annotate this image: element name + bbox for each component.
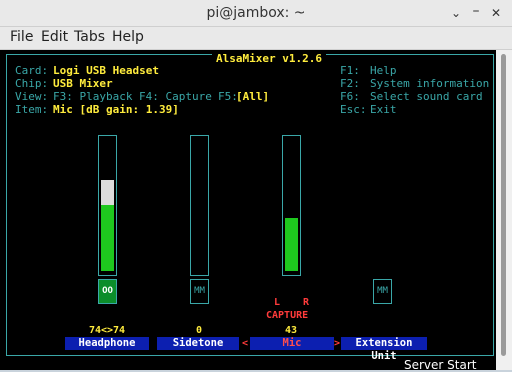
extension-unit-switch[interactable]: MM: [373, 279, 392, 304]
menu-bar: File Edit Tabs Help: [0, 27, 512, 50]
mic-name[interactable]: Mic: [250, 337, 334, 350]
key-f1: F1:: [340, 64, 360, 77]
chip-value: USB Mixer: [53, 77, 113, 90]
alsamixer-header: AlsaMixer v1.2.6: [212, 52, 326, 65]
mic-value: 43: [284, 325, 298, 336]
menu-tabs[interactable]: Tabs: [74, 29, 105, 45]
mic-level-fill: [285, 218, 298, 271]
menu-help[interactable]: Help: [112, 29, 144, 45]
key-f6: F6:: [340, 90, 360, 103]
view-all: [All]: [236, 90, 270, 103]
menu-edit[interactable]: Edit: [41, 29, 68, 45]
chevron-down-icon[interactable]: ⌄: [448, 5, 464, 21]
headphone-slider[interactable]: [98, 135, 117, 276]
terminal-window: pi@jambox: ~ ⌄ – ✕ File Edit Tabs Help A…: [0, 0, 512, 372]
mic-slider[interactable]: [282, 135, 301, 276]
key-f2: F2:: [340, 77, 360, 90]
terminal-area[interactable]: AlsaMixer v1.2.6 Card: Logi USB Headset …: [0, 50, 512, 372]
alsamixer-frame: AlsaMixer v1.2.6 Card: Logi USB Headset …: [6, 52, 494, 362]
sidetone-value: 0: [195, 325, 203, 336]
scrollbar[interactable]: [496, 50, 512, 370]
sidetone-name[interactable]: Sidetone: [157, 337, 239, 350]
card-label: Card:: [15, 64, 49, 77]
view-label: View:: [15, 90, 49, 103]
headphone-level-top: [101, 180, 114, 205]
selection-left-marker: <: [242, 338, 249, 349]
extension-unit-name[interactable]: Extension Unit: [341, 337, 427, 362]
capture-r: R: [303, 297, 310, 308]
item-value: Mic [dB gain: 1.39]: [53, 103, 179, 116]
capture-l: L: [274, 297, 281, 308]
scrollbar-thumb[interactable]: [501, 54, 506, 356]
chip-label: Chip:: [15, 77, 49, 90]
menu-file[interactable]: File: [10, 29, 33, 45]
card-value: Logi USB Headset: [53, 64, 159, 77]
window-title: pi@jambox: ~: [206, 5, 306, 21]
key-f2-action: System information: [370, 77, 490, 90]
headphone-name[interactable]: Headphone: [65, 337, 149, 350]
key-f6-action: Select sound card: [370, 90, 483, 103]
headphone-level-fill: [101, 205, 114, 271]
minimize-icon[interactable]: –: [468, 4, 484, 21]
capture-label: CAPTURE: [266, 310, 309, 321]
view-f3: F3: Playback: [53, 90, 133, 103]
sidetone-slider[interactable]: [190, 135, 209, 276]
headphone-value: 74<>74: [88, 325, 126, 336]
key-esc-action: Exit: [370, 103, 397, 116]
sidetone-switch[interactable]: MM: [190, 279, 209, 304]
headphone-switch[interactable]: OO: [98, 279, 117, 304]
selection-right-marker: >: [334, 338, 341, 349]
key-f1-action: Help: [370, 64, 397, 77]
item-label: Item:: [15, 103, 49, 116]
close-icon[interactable]: ✕: [488, 5, 504, 21]
view-f5: F5:: [218, 90, 238, 103]
view-f4: F4: Capture: [139, 90, 212, 103]
title-bar: pi@jambox: ~ ⌄ – ✕: [0, 0, 512, 27]
key-esc: Esc:: [340, 103, 367, 116]
